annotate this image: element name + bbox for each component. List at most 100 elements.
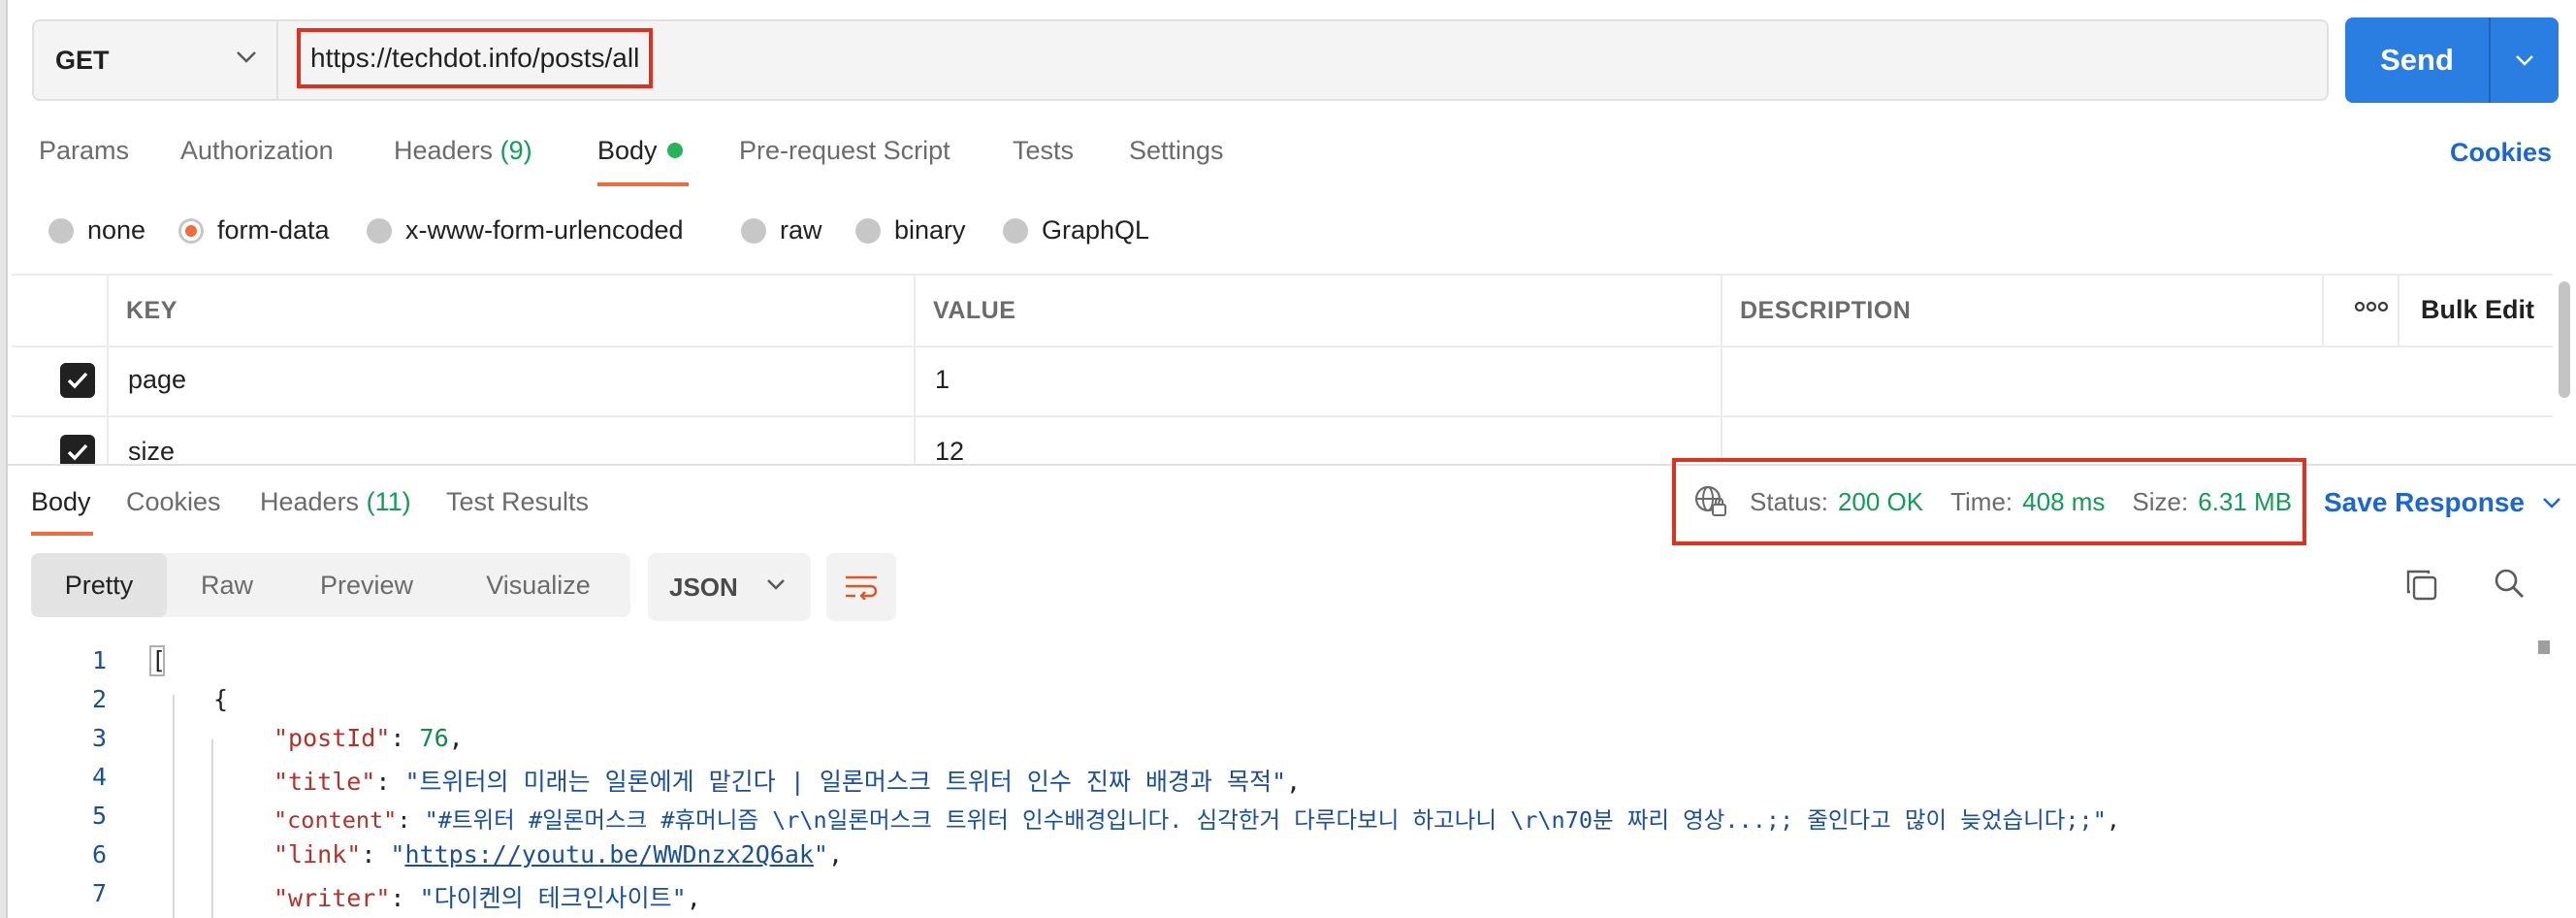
code-line: "title": "트위터의 미래는 일론에게 맡긴다 | 일론머스크 트위터 … — [274, 768, 1302, 796]
save-response-button[interactable]: Save Response — [2324, 487, 2561, 518]
view-mode-raw[interactable]: Raw — [167, 553, 287, 617]
radio-none[interactable]: none — [48, 215, 145, 246]
radio-graphql[interactable]: GraphQL — [1003, 215, 1149, 246]
format-select[interactable]: JSON — [648, 553, 811, 621]
table-divider — [12, 415, 2553, 417]
response-tab-cookies[interactable]: Cookies — [126, 487, 221, 517]
size-value[interactable]: 6.31 MB — [2198, 487, 2292, 517]
time-label: Time: — [1950, 486, 2013, 516]
tab-settings-label: Settings — [1129, 136, 1224, 165]
response-tab-headers[interactable]: Headers (11) — [260, 487, 411, 517]
radio-raw[interactable]: raw — [741, 215, 822, 246]
json-key: "writer" — [274, 884, 391, 912]
save-response-label: Save Response — [2324, 487, 2525, 517]
row-checkbox[interactable] — [60, 363, 95, 398]
cookies-link[interactable]: Cookies — [2450, 138, 2552, 168]
indent-guide — [173, 695, 175, 918]
indent-guide — [211, 739, 213, 918]
active-response-tab-underline — [31, 532, 93, 536]
more-options-icon[interactable] — [2355, 301, 2388, 312]
network-globe-lock-icon[interactable] — [1693, 484, 1728, 519]
response-tab-headers-count: (11) — [366, 487, 411, 516]
tab-authorization-label: Authorization — [180, 136, 334, 165]
time-value[interactable]: 408 ms — [2022, 487, 2105, 517]
size-label: Size: — [2132, 486, 2189, 516]
tab-pre-request-script[interactable]: Pre-request Script — [739, 136, 950, 166]
radio-raw-label: raw — [780, 215, 822, 245]
params-scrollbar[interactable] — [2559, 281, 2570, 398]
response-body-code[interactable]: 1 [ 2 { 3 "postId": 76, 4 "title": "트위터의… — [0, 640, 2541, 918]
tab-body-label: Body — [597, 136, 658, 165]
radio-binary[interactable]: binary — [855, 215, 966, 246]
code-line: "writer": "다이켄의 테크인사이트", — [274, 884, 701, 912]
status-value[interactable]: 200 OK — [1838, 487, 1923, 517]
line-number: 4 — [91, 763, 107, 791]
json-link-value[interactable]: https://youtu.be/WWDnzx2Q6ak — [404, 840, 813, 869]
param-key-cell[interactable]: page — [128, 365, 186, 395]
bulk-edit-button[interactable]: Bulk Edit — [2421, 295, 2534, 325]
tab-tests-label: Tests — [1013, 136, 1075, 165]
response-tab-body[interactable]: Body — [31, 487, 91, 517]
wrap-lines-icon — [846, 575, 878, 600]
view-mode-pretty[interactable]: Pretty — [31, 553, 167, 617]
view-mode-preview[interactable]: Preview — [287, 553, 446, 617]
param-key-cell[interactable]: size — [128, 437, 175, 464]
table-column-divider — [107, 276, 109, 464]
radio-circle — [741, 217, 766, 244]
table-column-divider — [2322, 276, 2324, 345]
tab-pre-request-label: Pre-request Script — [739, 136, 950, 165]
send-button[interactable]: Send — [2345, 43, 2489, 78]
code-line: { — [213, 685, 229, 713]
line-number: 2 — [91, 685, 107, 713]
radio-binary-label: binary — [894, 215, 966, 245]
radio-form-data[interactable]: form-data — [178, 215, 330, 246]
json-value: "트위터의 미래는 일론에게 맡긴다 | 일론머스크 트위터 인수 진짜 배경과… — [404, 768, 1287, 796]
tab-tests[interactable]: Tests — [1013, 136, 1074, 166]
tab-settings[interactable]: Settings — [1129, 136, 1224, 166]
response-tab-cookies-label: Cookies — [126, 487, 221, 516]
tab-body[interactable]: Body — [597, 136, 683, 166]
chevron-down-icon — [237, 51, 256, 63]
tab-params-label: Params — [39, 136, 130, 165]
code-scrollbar[interactable] — [2538, 640, 2550, 654]
url-input[interactable]: https://techdot.info/posts/all — [297, 28, 654, 88]
json-key: "postId" — [274, 724, 391, 752]
json-key: "link" — [274, 840, 362, 869]
view-mode-segmented-control: Pretty Raw Preview Visualize — [31, 553, 630, 617]
wrap-lines-button[interactable] — [826, 553, 896, 621]
send-button-group[interactable]: Send — [2345, 17, 2559, 103]
table-column-divider — [2398, 276, 2399, 345]
params-table: KEY VALUE DESCRIPTION Bulk Edit page 1 s… — [12, 274, 2553, 464]
url-input-container[interactable]: https://techdot.info/posts/all — [276, 19, 2329, 101]
tab-headers[interactable]: Headers (9) — [394, 136, 532, 166]
tab-params[interactable]: Params — [39, 136, 129, 166]
line-number: 6 — [91, 840, 107, 869]
row-checkbox[interactable] — [60, 435, 95, 464]
line-number: 1 — [91, 646, 107, 674]
radio-circle — [1003, 217, 1028, 244]
radio-graphql-label: GraphQL — [1042, 215, 1150, 245]
line-number: 7 — [91, 879, 107, 907]
tab-authorization[interactable]: Authorization — [180, 136, 334, 166]
code-line: "postId": 76, — [274, 724, 464, 752]
response-tab-body-label: Body — [31, 487, 91, 516]
view-mode-visualize[interactable]: Visualize — [446, 553, 630, 617]
line-number: 3 — [91, 724, 107, 752]
radio-x-www-form-urlencoded[interactable]: x-www-form-urlencoded — [367, 215, 684, 246]
radio-none-label: none — [87, 215, 146, 245]
copy-icon[interactable] — [2405, 569, 2438, 602]
chevron-down-icon — [2516, 55, 2533, 66]
send-options-button[interactable] — [2491, 54, 2559, 66]
radio-circle — [855, 217, 881, 244]
search-icon[interactable] — [2493, 567, 2526, 600]
radio-form-data-label: form-data — [217, 215, 330, 245]
body-indicator-dot — [666, 142, 683, 158]
line-number: 5 — [91, 802, 107, 830]
code-line: "content": "#트위터 #일론머스크 #휴머니즘 \r\n일론머스크 … — [274, 806, 2120, 834]
method-select[interactable]: GET — [32, 19, 276, 101]
method-label: GET — [55, 45, 110, 75]
param-value-cell[interactable]: 12 — [935, 437, 964, 464]
response-tab-test-results[interactable]: Test Results — [446, 487, 589, 517]
column-header-key: KEY — [126, 297, 177, 324]
param-value-cell[interactable]: 1 — [935, 365, 950, 395]
